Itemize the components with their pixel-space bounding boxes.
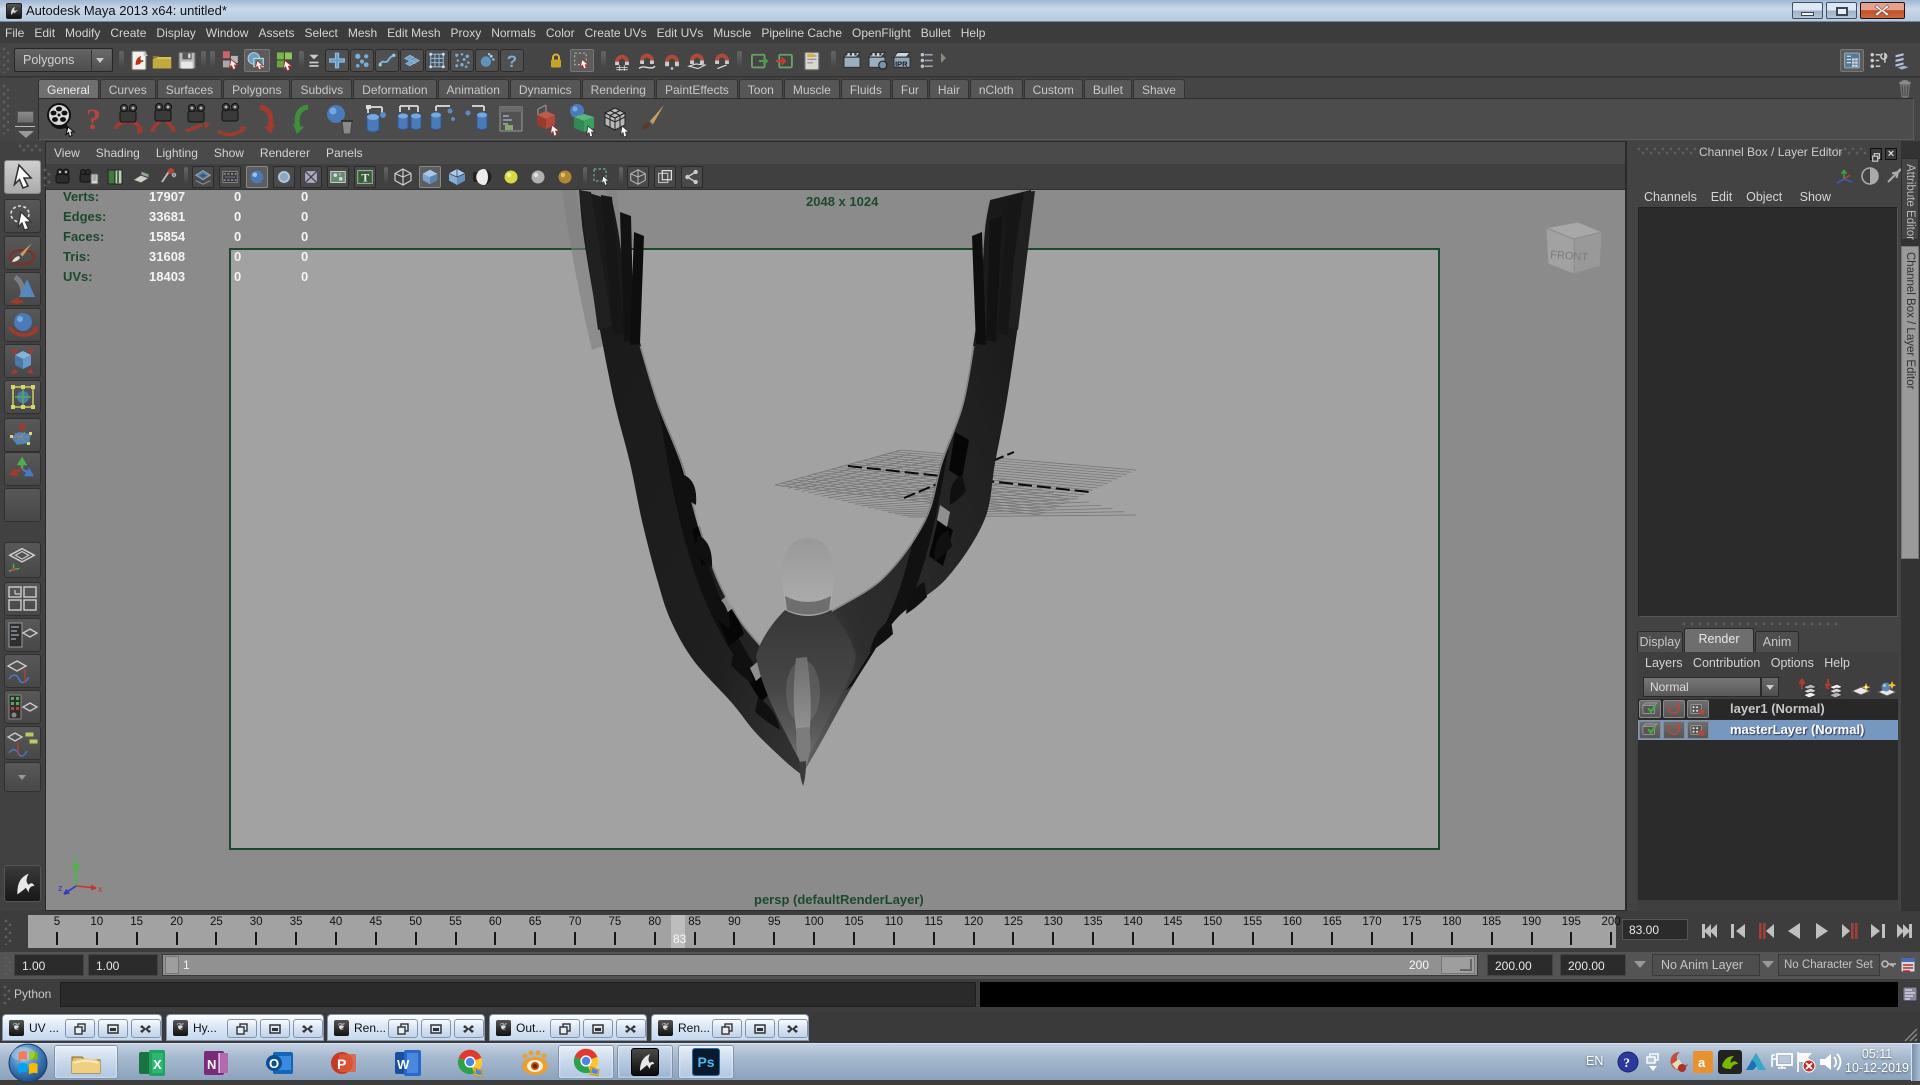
svg-text:?: ? xyxy=(86,103,101,136)
svg-text:T: T xyxy=(361,171,369,185)
svg-text:z: z xyxy=(58,883,63,893)
svg-text:?: ? xyxy=(507,52,517,71)
svg-text:P: P xyxy=(337,1056,346,1072)
svg-text:a: a xyxy=(1698,1055,1706,1070)
svg-text:?: ? xyxy=(1624,1055,1631,1070)
svg-text:x: x xyxy=(98,884,103,894)
svg-text:N: N xyxy=(207,1057,216,1072)
svg-text:W: W xyxy=(397,1057,410,1072)
svg-text:y: y xyxy=(73,858,78,865)
svg-text:X: X xyxy=(153,1057,162,1072)
svg-text:O: O xyxy=(269,1056,279,1071)
svg-text:IPR: IPR xyxy=(895,59,908,68)
